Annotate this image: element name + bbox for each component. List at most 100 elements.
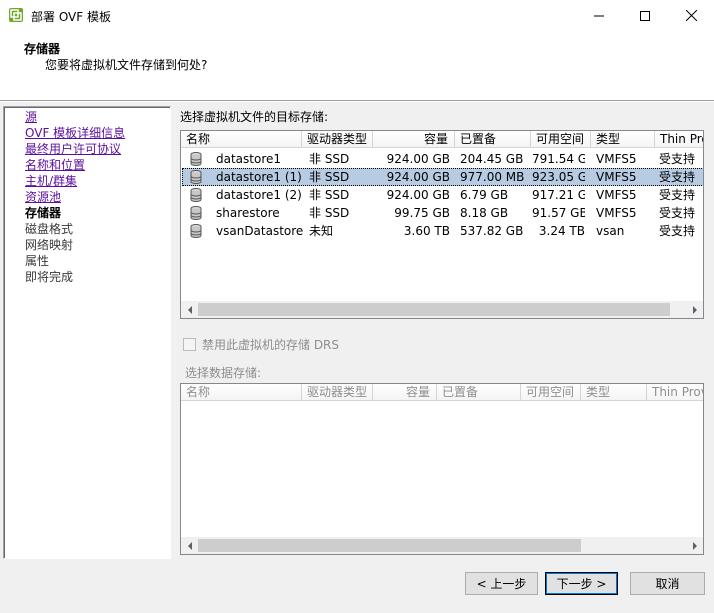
col-header-name[interactable]: 名称 [181, 131, 302, 148]
nav-step-ovf-details[interactable]: OVF 模板详细信息 [25, 125, 125, 141]
col-header-drive-type[interactable]: 驱动器类型 [302, 384, 373, 401]
close-button[interactable] [668, 0, 714, 31]
storage-thin: 受支持 [659, 206, 696, 220]
storage-drive-type: 非 SSD [309, 170, 350, 184]
nav-step-network-mapping: 网络映射 [25, 238, 74, 252]
storage-free-space: 91.57 GB [532, 206, 585, 220]
scroll-right-button[interactable] [686, 301, 703, 318]
page-title: 存储器 [24, 42, 61, 56]
storage-free-space: 923.05 GB [532, 170, 585, 184]
nav-step-disk-format: 磁盘格式 [25, 222, 74, 236]
storage-drive-type: 非 SSD [309, 152, 350, 166]
storage-table[interactable]: 名称 驱动器类型 容量 已置备 可用空间 类型 Thin Provi datas… [180, 130, 704, 319]
storage-capacity: 924.00 GB [386, 170, 450, 184]
storage-thin: 受支持 [659, 188, 696, 202]
storage-table-header: 名称 驱动器类型 容量 已置备 可用空间 类型 Thin Provi [181, 131, 703, 148]
arrow-right-icon [692, 305, 697, 314]
maximize-button[interactable] [622, 0, 668, 31]
storage-type: vsan [596, 224, 625, 238]
nav-step-resource-pool[interactable]: 资源池 [25, 189, 61, 205]
scroll-left-button[interactable] [181, 537, 198, 554]
storage-free-space: 917.21 GB [532, 188, 585, 202]
disable-drs-checkbox[interactable] [183, 338, 196, 351]
storage-provisioned: 537.82 GB [460, 224, 524, 238]
datastore-icon [190, 152, 202, 166]
datastore-icon [190, 206, 202, 220]
storage-capacity: 3.60 TB [403, 224, 450, 238]
storage-row[interactable]: vsanDatastore 未知 3.60 TB 537.82 GB 3.24 … [182, 222, 703, 240]
nav-step-storage: 存储器 [25, 206, 62, 220]
scroll-right-button[interactable] [686, 537, 703, 554]
storage-row[interactable]: datastore1 (2) 非 SSD 924.00 GB 6.79 GB 9… [182, 186, 703, 204]
datastore-table-hscrollbar[interactable] [181, 537, 703, 554]
storage-name: vsanDatastore [216, 224, 304, 238]
wizard-header: 存储器 您要将虚拟机文件存储到何处? [0, 31, 714, 101]
nav-step-ready: 即将完成 [25, 270, 74, 284]
window-title: 部署 OVF 模板 [31, 10, 111, 24]
col-header-capacity[interactable]: 容量 [373, 384, 437, 401]
disable-drs-option[interactable]: 禁用此虚拟机的存储 DRS [183, 336, 339, 353]
nav-step-source[interactable]: 源 [25, 109, 37, 125]
storage-type: VMFS5 [596, 170, 637, 184]
col-header-free-space[interactable]: 可用空间 [521, 384, 581, 401]
datastore-icon [190, 188, 202, 202]
storage-provisioned: 8.18 GB [460, 206, 509, 220]
wizard-footer: < 上一步 下一步 > 取消 [0, 563, 714, 613]
storage-table-hscrollbar[interactable] [181, 301, 703, 318]
nav-step-name-location[interactable]: 名称和位置 [25, 157, 85, 173]
storage-provisioned: 6.79 GB [460, 188, 509, 202]
col-header-provisioned[interactable]: 已置备 [455, 131, 531, 148]
col-header-type[interactable]: 类型 [591, 131, 655, 148]
arrow-left-icon [187, 541, 192, 550]
next-button[interactable]: 下一步 > [545, 572, 618, 595]
cancel-button[interactable]: 取消 [630, 572, 705, 595]
close-icon [685, 10, 697, 21]
datastore-table-header: 名称 驱动器类型 容量 已置备 可用空间 类型 Thin Provi [181, 384, 703, 401]
datastore-icon [190, 170, 202, 184]
col-header-drive-type[interactable]: 驱动器类型 [302, 131, 373, 148]
col-header-free-space[interactable]: 可用空间 [531, 131, 591, 148]
wizard-body: 源 OVF 模板详细信息 最终用户许可协议 名称和位置 主机/群集 资源池 存储… [0, 102, 714, 563]
storage-capacity: 99.75 GB [394, 206, 450, 220]
storage-drive-type: 非 SSD [309, 188, 350, 202]
col-header-provisioned[interactable]: 已置备 [437, 384, 521, 401]
scroll-thumb[interactable] [198, 539, 581, 552]
wizard-step-nav: 源 OVF 模板详细信息 最终用户许可协议 名称和位置 主机/群集 资源池 存储… [3, 106, 171, 559]
storage-row[interactable]: datastore1 非 SSD 924.00 GB 204.45 GB 791… [182, 150, 703, 168]
nav-step-properties: 属性 [25, 254, 50, 268]
scroll-thumb[interactable] [198, 303, 670, 316]
page-subtitle: 您要将虚拟机文件存储到何处? [45, 58, 208, 72]
title-bar: 部署 OVF 模板 [0, 0, 714, 31]
storage-capacity: 924.00 GB [386, 188, 450, 202]
nav-step-eula[interactable]: 最终用户许可协议 [25, 141, 121, 157]
storage-name: sharestore [216, 206, 280, 220]
datastore-icon [190, 224, 202, 238]
nav-step-host-cluster[interactable]: 主机/群集 [25, 173, 77, 189]
storage-free-space: 791.54 GB [532, 152, 585, 166]
storage-name: datastore1 (2) [216, 188, 302, 202]
disable-drs-label: 禁用此虚拟机的存储 DRS [202, 338, 340, 352]
col-header-thin-provisioning[interactable]: Thin Provi [647, 384, 703, 401]
vsphere-app-icon [9, 8, 23, 22]
storage-list-label: 选择虚拟机文件的目标存储: [180, 110, 329, 124]
back-button[interactable]: < 上一步 [465, 572, 538, 595]
minimize-button[interactable] [576, 0, 622, 31]
storage-row[interactable]: sharestore 非 SSD 99.75 GB 8.18 GB 91.57 … [182, 204, 703, 222]
storage-drive-type: 非 SSD [309, 206, 350, 220]
col-header-name[interactable]: 名称 [181, 384, 302, 401]
col-header-capacity[interactable]: 容量 [373, 131, 455, 148]
storage-row-selected[interactable]: datastore1 (1) 非 SSD 924.00 GB 977.00 MB… [182, 168, 703, 186]
arrow-left-icon [187, 305, 192, 314]
storage-type: VMFS5 [596, 206, 637, 220]
col-header-thin-provisioning[interactable]: Thin Provi [655, 131, 703, 148]
storage-type: VMFS5 [596, 188, 637, 202]
maximize-icon [640, 10, 650, 21]
storage-thin: 受支持 [659, 170, 696, 184]
storage-free-space: 3.24 TB [538, 224, 585, 238]
col-header-type[interactable]: 类型 [581, 384, 647, 401]
storage-name: datastore1 (1) [216, 170, 302, 184]
datastore-table[interactable]: 名称 驱动器类型 容量 已置备 可用空间 类型 Thin Provi [180, 383, 704, 555]
storage-thin: 受支持 [659, 152, 696, 166]
scroll-left-button[interactable] [181, 301, 198, 318]
storage-provisioned: 977.00 MB [460, 170, 525, 184]
